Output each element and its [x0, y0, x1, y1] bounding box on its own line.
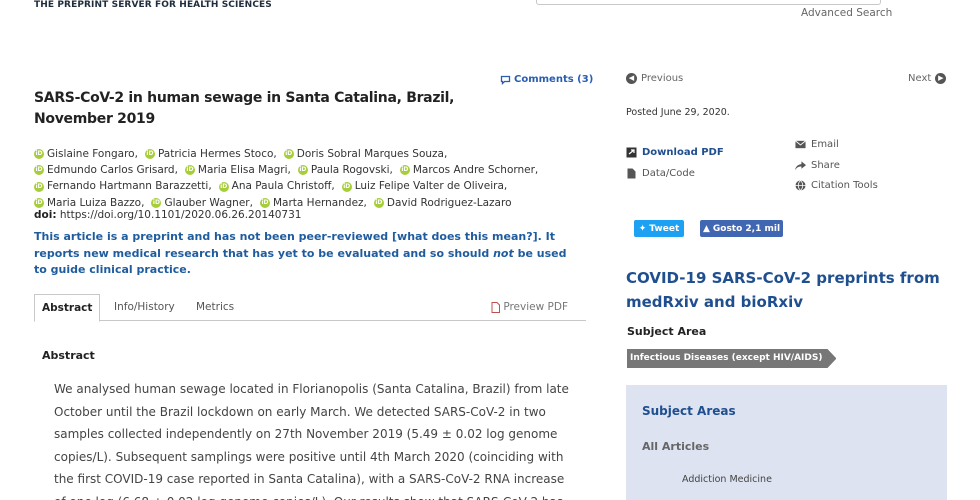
facebook-like-button[interactable]: ▲ Gosto 2,1 mil	[700, 220, 783, 237]
author-name: David Rodriguez-Lazaro	[386, 196, 512, 209]
article-title: SARS-CoV-2 in human sewage in Santa Cata…	[34, 90, 455, 127]
tab-metrics[interactable]: Metrics	[196, 294, 234, 321]
author-name: Fernando Hartmann Barazzetti,	[47, 180, 212, 193]
advanced-search-link[interactable]: Advanced Search	[801, 7, 892, 19]
next-link[interactable]: Next ▶	[908, 73, 947, 84]
author-name: Edmundo Carlos Grisard,	[47, 164, 178, 176]
tab-info-history[interactable]: Info/History	[114, 294, 175, 321]
download-pdf-label: Download PDF	[642, 147, 724, 158]
author-name: Gislaine Fongaro,	[47, 147, 138, 160]
search-input[interactable]	[536, 0, 881, 5]
orcid-icon: iD	[34, 149, 44, 159]
orcid-icon: iD	[259, 198, 270, 209]
orcid-icon: iD	[297, 165, 308, 176]
doi-link[interactable]: https://doi.org/10.1101/2020.06.26.20140…	[60, 209, 302, 221]
twitter-bird-icon: ✦	[638, 223, 647, 234]
previous-label: Previous	[641, 73, 684, 84]
orcid-icon: iD	[34, 198, 44, 209]
subject-area-label: Subject Area	[627, 325, 707, 338]
download-pdf-link[interactable]: Download PDF	[626, 147, 724, 158]
preview-pdf-link[interactable]: Preview PDF	[491, 294, 568, 321]
orcid-icon: iD	[218, 181, 229, 192]
doi-label: doi:	[34, 209, 57, 221]
author-name: Doris Sobral Marques Souza,	[296, 147, 448, 160]
author-name: Paula Rogovski,	[310, 164, 393, 176]
comments-label: Comments (3)	[514, 74, 594, 85]
orcid-icon: iD	[373, 198, 384, 209]
notice-text-1: This article is a preprint and has not b…	[34, 230, 555, 260]
orcid-icon: iD	[34, 181, 44, 192]
author[interactable]: iD Patricia Hermes Stoco,	[144, 147, 277, 162]
previous-link[interactable]: ◀ Previous	[626, 73, 683, 84]
author[interactable]: iD Maria Elisa Magri,	[184, 163, 291, 178]
covid-collection-link[interactable]: COVID-19 SARS-CoV-2 preprints from medRx…	[626, 266, 956, 314]
subject-areas-panel: Subject Areas All Articles Addiction Med…	[626, 385, 947, 500]
author[interactable]: iD Edmundo Carlos Grisard,	[34, 163, 178, 178]
author[interactable]: iD Fernando Hartmann Barazzetti,	[34, 179, 212, 194]
author[interactable]: iD David Rodriguez-Lazaro	[373, 196, 512, 211]
subject-tag[interactable]: Infectious Diseases (except HIV/AIDS)	[627, 349, 836, 368]
author[interactable]: iD Doris Sobral Marques Souza,	[283, 147, 448, 162]
arrow-right-icon: ▶	[935, 73, 947, 84]
notice-text-italic: not	[493, 246, 514, 260]
orcid-icon: iD	[151, 198, 162, 209]
author-name: Luiz Felipe Valter de Oliveira,	[354, 180, 508, 193]
orcid-icon: iD	[399, 165, 410, 176]
comment-icon	[500, 75, 511, 85]
tab-abstract[interactable]: Abstract	[34, 294, 101, 322]
globe-icon	[795, 180, 806, 191]
orcid-icon: iD	[34, 165, 44, 176]
citation-tools-label: Citation Tools	[811, 180, 878, 191]
author-name: Maria Elisa Magri,	[197, 164, 291, 176]
data-code-label: Data/Code	[642, 168, 695, 179]
document-icon	[491, 302, 501, 313]
posted-date: Posted June 29, 2020.	[626, 107, 730, 118]
author[interactable]: iD Marcos Andre Schorner,	[399, 163, 539, 178]
arrow-left-icon: ◀	[626, 73, 637, 84]
abstract-heading: Abstract	[42, 349, 95, 362]
all-articles-link[interactable]: All Articles	[642, 440, 709, 453]
article-tabs: Abstract Info/History Metrics Preview PD…	[34, 294, 586, 322]
share-link[interactable]: Share	[795, 160, 840, 171]
like-label: Gosto 2,1 mil	[712, 223, 781, 234]
subject-areas-title: Subject Areas	[642, 404, 736, 418]
orcid-icon: iD	[283, 149, 294, 159]
author-name: Marcos Andre Schorner,	[412, 164, 539, 176]
doi: doi: https://doi.org/10.1101/2020.06.26.…	[34, 209, 301, 221]
tweet-label: Tweet	[649, 223, 680, 234]
data-code-link[interactable]: Data/Code	[626, 168, 695, 179]
preview-pdf-label: Preview PDF	[503, 301, 568, 313]
share-label: Share	[811, 160, 840, 171]
preprint-notice: This article is a preprint and has not b…	[34, 229, 574, 279]
orcid-icon: iD	[144, 149, 155, 159]
abstract-text: We analysed human sewage located in Flor…	[54, 382, 569, 500]
author-list: iD Gislaine Fongaro, iD Patricia Hermes Sto…	[34, 145, 564, 211]
author[interactable]: iD Gislaine Fongaro,	[34, 147, 138, 162]
author-name: Patricia Hermes Stoco,	[157, 147, 277, 160]
envelope-icon	[795, 139, 806, 150]
tweet-button[interactable]: ✦ Tweet	[634, 220, 684, 237]
comments-link[interactable]: Comments (3)	[500, 74, 593, 85]
share-icon	[795, 160, 806, 171]
file-icon	[626, 168, 637, 179]
site-tagline: THE PREPRINT SERVER FOR HEALTH SCIENCES	[34, 0, 272, 10]
thumbs-up-icon: ▲	[702, 223, 710, 234]
author[interactable]: iD Ana Paula Christoff,	[218, 179, 335, 194]
subject-item-addiction-medicine[interactable]: Addiction Medicine	[682, 474, 772, 485]
email-label: Email	[811, 139, 839, 150]
citation-tools-link[interactable]: Citation Tools	[795, 180, 878, 191]
download-icon	[626, 147, 637, 158]
orcid-icon: iD	[341, 181, 352, 192]
next-label: Next	[908, 73, 932, 84]
author-name: Ana Paula Christoff,	[231, 180, 335, 193]
author[interactable]: iD Paula Rogovski,	[297, 163, 393, 178]
email-link[interactable]: Email	[795, 139, 839, 150]
orcid-icon: iD	[184, 165, 195, 176]
author[interactable]: iD Luiz Felipe Valter de Oliveira,	[341, 179, 508, 194]
